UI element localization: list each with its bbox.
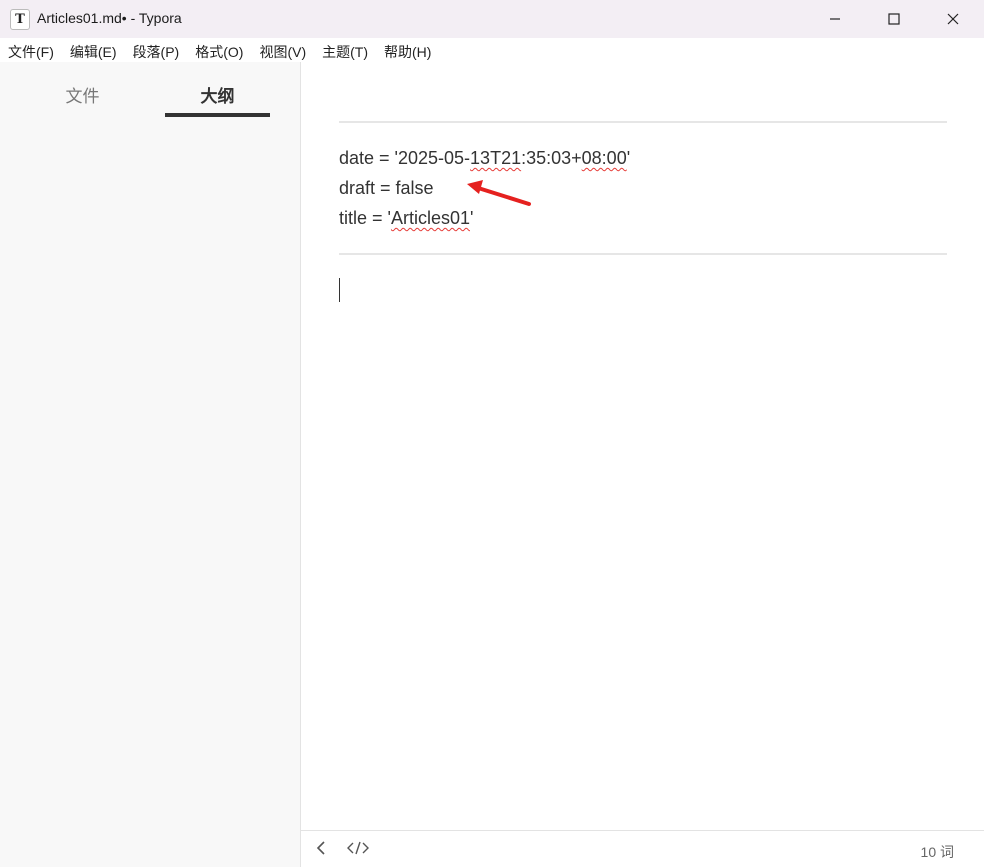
minimize-button[interactable] xyxy=(806,0,864,38)
front-matter-draft-line[interactable]: draft = false xyxy=(339,178,434,199)
maximize-icon xyxy=(888,13,900,25)
front-matter-title-line[interactable]: title = 'Articles01' xyxy=(339,208,473,229)
date-prefix: date = '2025-05- xyxy=(339,148,471,168)
toggle-sidebar-button[interactable] xyxy=(315,840,327,860)
front-matter-bottom-rule xyxy=(339,253,947,255)
maximize-button[interactable] xyxy=(865,0,923,38)
close-icon xyxy=(947,13,959,25)
title-prefix: title = ' xyxy=(339,208,391,228)
front-matter-date-line[interactable]: date = '2025-05-13T21:35:03+08:00' xyxy=(339,148,630,169)
word-count[interactable]: 10 词 xyxy=(921,842,954,862)
typora-app-icon: T xyxy=(10,9,30,30)
spellcheck-mark: 08:00 xyxy=(581,148,627,168)
menu-format[interactable]: 格式(O) xyxy=(195,42,243,62)
status-bar: 10 词 xyxy=(301,830,984,868)
date-suffix: ' xyxy=(626,148,631,168)
tab-files[interactable]: 文件 xyxy=(30,82,135,107)
menu-edit[interactable]: 编辑(E) xyxy=(70,42,117,62)
date-mid: :35:03+ xyxy=(521,148,582,168)
chevron-left-icon xyxy=(316,841,325,855)
front-matter-top-rule xyxy=(339,121,947,123)
text-cursor xyxy=(339,278,340,302)
spellcheck-mark: Articles01 xyxy=(390,208,470,228)
menu-help[interactable]: 帮助(H) xyxy=(384,42,431,62)
spellcheck-mark: 13T21 xyxy=(470,148,522,168)
sidebar: 文件 大纲 xyxy=(0,62,301,867)
menu-file[interactable]: 文件(F) xyxy=(8,42,54,62)
menu-paragraph[interactable]: 段落(P) xyxy=(133,42,180,62)
minimize-icon xyxy=(830,18,840,20)
title-bar: T Articles01.md• - Typora xyxy=(0,0,984,38)
tab-outline[interactable]: 大纲 xyxy=(165,82,270,107)
close-button[interactable] xyxy=(924,0,982,38)
menu-theme[interactable]: 主题(T) xyxy=(322,42,368,62)
window-title: Articles01.md• - Typora xyxy=(37,10,182,26)
source-code-mode-button[interactable] xyxy=(347,840,369,860)
menu-view[interactable]: 视图(V) xyxy=(259,42,306,62)
editor-area[interactable]: date = '2025-05-13T21:35:03+08:00' draft… xyxy=(301,62,984,830)
active-tab-indicator xyxy=(165,113,270,117)
code-icon xyxy=(347,841,369,855)
red-arrow-annotation xyxy=(467,180,531,206)
